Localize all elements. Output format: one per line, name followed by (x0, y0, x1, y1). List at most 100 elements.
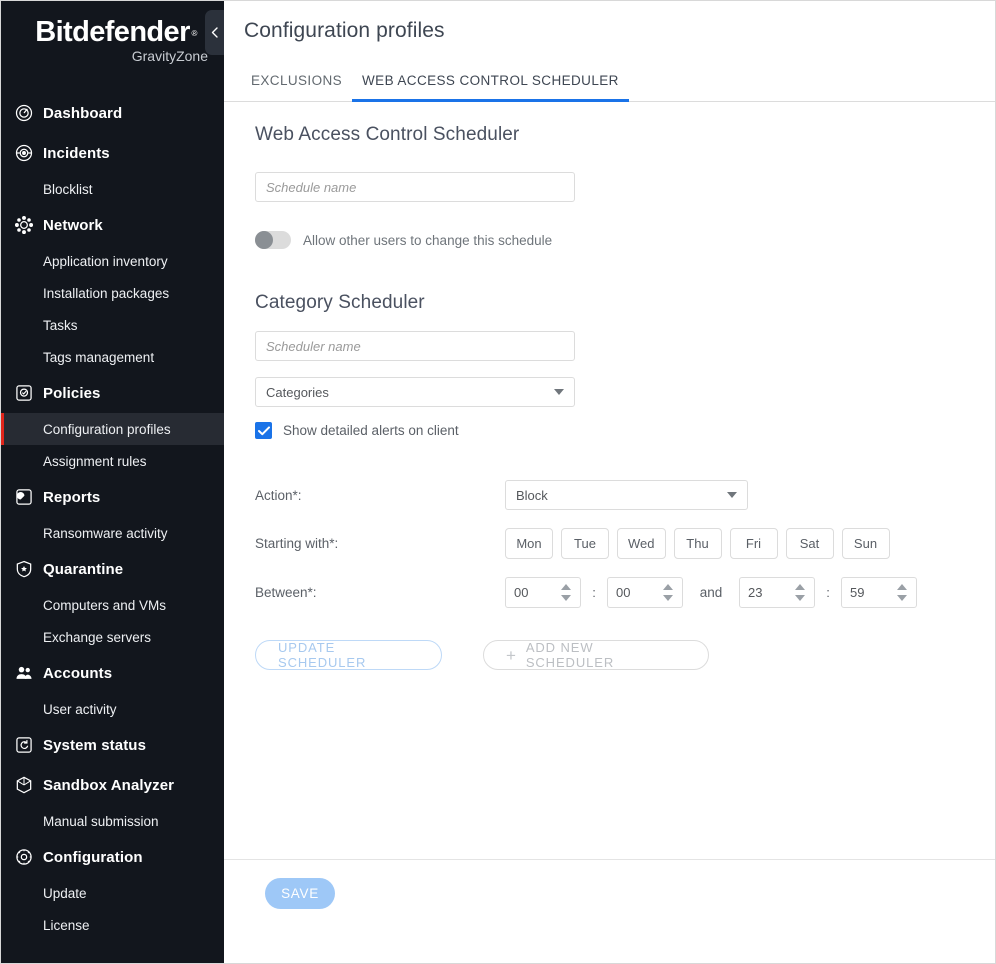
sidebar-item-update[interactable]: Update (1, 877, 224, 909)
action-row: Action*: Block (255, 480, 995, 510)
sidebar-item-label: Reports (43, 488, 101, 506)
tab-exclusions[interactable]: EXCLUSIONS (241, 65, 352, 102)
sidebar-item-incidents[interactable]: Incidents (1, 133, 224, 173)
sidebar-item-configuration-profiles[interactable]: Configuration profiles (1, 413, 224, 445)
between-label: Between*: (255, 585, 317, 600)
sidebar-item-dashboard[interactable]: Dashboard (1, 93, 224, 133)
action-select[interactable]: Block (505, 480, 748, 510)
sidebar-item-exchange-servers[interactable]: Exchange servers (1, 621, 224, 653)
start-minute-stepper[interactable]: 00 (607, 577, 683, 608)
arrow-down-icon[interactable] (897, 595, 907, 601)
allow-other-users-toggle[interactable] (255, 231, 291, 249)
sidebar-item-reports[interactable]: Reports (1, 477, 224, 517)
main-content: Web Access Control Scheduler Allow other… (224, 102, 995, 859)
arrow-down-icon[interactable] (795, 595, 805, 601)
day-buttons-group: Mon Tue Wed Thu Fri Sat Sun (505, 528, 890, 559)
end-minute-stepper[interactable]: 59 (841, 577, 917, 608)
brand-name-text: Bitdefender (35, 16, 190, 48)
sidebar-item-network[interactable]: Network (1, 205, 224, 245)
sidebar-item-system-status[interactable]: System status (1, 725, 224, 765)
show-detailed-alerts-label: Show detailed alerts on client (283, 423, 459, 438)
sidebar-item-label: Installation packages (43, 285, 170, 301)
action-select-value: Block (516, 487, 548, 503)
arrow-up-icon[interactable] (663, 584, 673, 590)
arrow-up-icon[interactable] (561, 584, 571, 590)
footer-bar: SAVE (224, 859, 995, 963)
sidebar-item-user-activity[interactable]: User activity (1, 693, 224, 725)
sidebar-item-label: User activity (43, 701, 117, 717)
sidebar-item-assignment-rules[interactable]: Assignment rules (1, 445, 224, 477)
arrow-down-icon[interactable] (663, 595, 673, 601)
add-new-scheduler-button[interactable]: + ADD NEW SCHEDULER (483, 640, 709, 670)
sidebar-item-label: System status (43, 736, 147, 754)
page-header: Configuration profiles (224, 1, 995, 43)
tab-web-access-control-scheduler[interactable]: WEB ACCESS CONTROL SCHEDULER (352, 65, 629, 102)
end-hour-arrows[interactable] (795, 578, 805, 607)
sidebar-item-accounts[interactable]: Accounts (1, 653, 224, 693)
save-button[interactable]: SAVE (265, 878, 335, 909)
sidebar-item-configuration[interactable]: Configuration (1, 837, 224, 877)
day-button-mon[interactable]: Mon (505, 528, 553, 559)
sidebar-item-label: Incidents (43, 144, 110, 162)
sidebar-item-label: Ransomware activity (43, 525, 168, 541)
day-button-fri[interactable]: Fri (729, 528, 778, 559)
sidebar-item-label: Configuration (43, 848, 143, 866)
sidebar-item-tasks[interactable]: Tasks (1, 309, 224, 341)
toggle-knob (255, 231, 273, 249)
end-hour-value: 23 (748, 585, 763, 600)
arrow-down-icon[interactable] (561, 595, 571, 601)
system-status-refresh-icon (13, 734, 35, 756)
arrow-up-icon[interactable] (795, 584, 805, 590)
time-separator-2: : (826, 585, 830, 600)
sidebar-item-sandbox-analyzer[interactable]: Sandbox Analyzer (1, 765, 224, 805)
sidebar-item-policies[interactable]: Policies (1, 373, 224, 413)
page-title: Configuration profiles (244, 19, 445, 42)
update-scheduler-button[interactable]: UPDATE SCHEDULER (255, 640, 442, 670)
sidebar-collapse-button[interactable] (205, 10, 224, 55)
show-detailed-alerts-checkbox[interactable] (255, 422, 272, 439)
end-hour-stepper[interactable]: 23 (739, 577, 815, 608)
scheduler-name-input[interactable] (255, 331, 575, 361)
and-text: and (699, 585, 723, 600)
incidents-radar-icon (13, 142, 35, 164)
start-hour-arrows[interactable] (561, 578, 571, 607)
sidebar-item-ransomware-activity[interactable]: Ransomware activity (1, 517, 224, 549)
end-minute-arrows[interactable] (897, 578, 907, 607)
sidebar-item-label: Quarantine (43, 560, 124, 578)
brand-logo: Bitdefender ® GravityZone (1, 1, 224, 73)
day-button-tue[interactable]: Tue (561, 528, 609, 559)
sidebar-item-tags-management[interactable]: Tags management (1, 341, 224, 373)
sidebar-item-quarantine[interactable]: Quarantine (1, 549, 224, 589)
sidebar-item-label: Tags management (43, 349, 155, 365)
update-scheduler-label: UPDATE SCHEDULER (278, 640, 367, 670)
categories-select-value: Categories (266, 384, 329, 400)
arrow-up-icon[interactable] (897, 584, 907, 590)
allow-other-users-toggle-row: Allow other users to change this schedul… (255, 231, 995, 249)
sidebar-item-label: Tasks (43, 317, 78, 333)
sidebar-item-application-inventory[interactable]: Application inventory (1, 245, 224, 277)
day-button-sun[interactable]: Sun (841, 528, 890, 559)
add-new-scheduler-label: ADD NEW SCHEDULER (525, 640, 615, 670)
allow-other-users-label: Allow other users to change this schedul… (303, 232, 553, 248)
sidebar-item-label: Dashboard (43, 104, 123, 122)
day-button-thu[interactable]: Thu (673, 528, 722, 559)
day-button-sat[interactable]: Sat (785, 528, 834, 559)
day-button-wed[interactable]: Wed (617, 528, 666, 559)
sidebar-item-computers-and-vms[interactable]: Computers and VMs (1, 589, 224, 621)
section-title-category-scheduler: Category Scheduler (255, 292, 425, 313)
sidebar-item-license[interactable]: License (1, 909, 224, 941)
tab-bar: EXCLUSIONS WEB ACCESS CONTROL SCHEDULER (224, 65, 995, 102)
start-minute-arrows[interactable] (663, 578, 673, 607)
start-hour-stepper[interactable]: 00 (505, 577, 581, 608)
sidebar-item-blocklist[interactable]: Blocklist (1, 173, 224, 205)
sidebar-item-label: Configuration profiles (43, 421, 171, 437)
categories-select[interactable]: Categories (255, 377, 575, 407)
sidebar-item-label: Accounts (43, 664, 113, 682)
action-label: Action*: (255, 487, 302, 503)
schedule-name-input[interactable] (255, 172, 575, 202)
chevron-down-icon (554, 389, 564, 395)
end-minute-value: 59 (850, 585, 865, 600)
sidebar-item-manual-submission[interactable]: Manual submission (1, 805, 224, 837)
sidebar-item-installation-packages[interactable]: Installation packages (1, 277, 224, 309)
